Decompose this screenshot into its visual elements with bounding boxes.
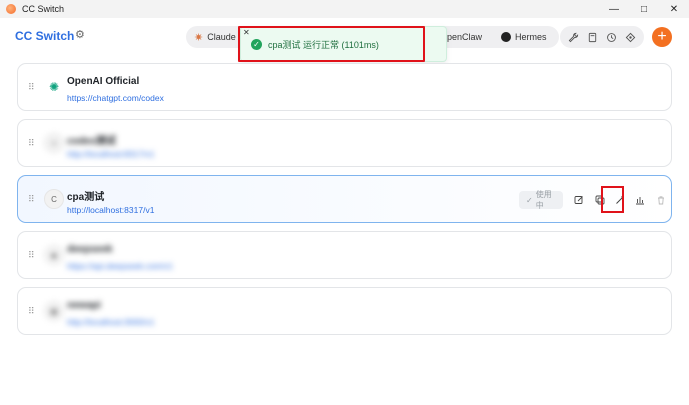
close-window-button[interactable]: ✕: [659, 0, 689, 18]
app-logo-icon: [6, 4, 16, 14]
usage-chart-icon[interactable]: [633, 192, 647, 208]
provider-url[interactable]: https://chatgpt.com/codex: [67, 93, 164, 103]
tab-hermes[interactable]: Hermes: [501, 26, 547, 48]
tab-claude-label: Claude: [207, 32, 236, 42]
provider-url[interactable]: http://localhost:8317/v1: [67, 149, 154, 159]
success-toast: ✕ ✓ cpa测试 运行正常 (1101ms): [240, 26, 447, 62]
drag-handle-icon[interactable]: ⠿: [28, 306, 35, 317]
provider-card[interactable]: ⠿ ✺ OpenAI Official https://chatgpt.com/…: [17, 63, 672, 111]
drag-handle-icon[interactable]: ⠿: [28, 138, 35, 149]
brand-title: CC Switch: [15, 29, 75, 43]
provider-name: OpenAI Official: [67, 76, 140, 87]
provider-name: deepseek: [67, 244, 113, 255]
provider-card[interactable]: ⠿ ▦ newapi http://localhost:3000/v1: [17, 287, 672, 335]
minimize-button[interactable]: —: [599, 0, 629, 18]
provider-url[interactable]: https://api.deepseek.com/v1: [67, 261, 173, 271]
book-icon[interactable]: [587, 31, 599, 43]
provider-card-active[interactable]: ⠿ C cpa测试 http://localhost:8317/v1 ✓ 使用中: [17, 175, 672, 223]
tab-claude[interactable]: ✷ Claude: [194, 26, 236, 48]
maximize-button[interactable]: □: [629, 0, 659, 18]
provider-url[interactable]: http://localhost:8317/v1: [67, 205, 154, 215]
provider-name: codex测试: [67, 136, 116, 147]
provider-card[interactable]: ⠿ ≡ codex测试 http://localhost:8317/v1: [17, 119, 672, 167]
history-icon[interactable]: [606, 31, 618, 43]
check-circle-icon: ✓: [251, 38, 262, 50]
drag-handle-icon[interactable]: ⠿: [28, 250, 35, 261]
test-connection-icon[interactable]: [613, 192, 627, 208]
radar-icon[interactable]: [625, 31, 637, 43]
provider-avatar-icon: C: [44, 189, 64, 209]
provider-avatar-icon: ▦: [44, 301, 64, 321]
toolbar-group: [560, 26, 644, 48]
toast-close-icon[interactable]: ✕: [243, 29, 250, 37]
drag-handle-icon[interactable]: ⠿: [28, 194, 35, 205]
provider-name: newapi: [67, 300, 101, 311]
provider-name: cpa测试: [67, 192, 105, 203]
in-use-label: 使用中: [535, 190, 552, 210]
in-use-check-icon: ✓: [526, 195, 533, 205]
provider-avatar-icon: ◆: [44, 245, 64, 265]
provider-avatar-icon: ≡: [44, 133, 64, 153]
claude-icon: ✷: [194, 31, 204, 44]
window-title: CC Switch: [22, 4, 65, 14]
tab-hermes-label: Hermes: [515, 32, 547, 42]
drag-handle-icon[interactable]: ⠿: [28, 82, 35, 93]
settings-gear-icon[interactable]: ⚙: [75, 29, 87, 41]
duplicate-icon[interactable]: [593, 192, 607, 208]
window-titlebar: CC Switch — □ ✕: [0, 0, 689, 18]
delete-icon[interactable]: [654, 192, 668, 208]
hermes-icon: [501, 32, 511, 42]
in-use-button[interactable]: ✓ 使用中: [519, 190, 564, 210]
toast-message: cpa测试 运行正常 (1101ms): [268, 39, 379, 50]
provider-card[interactable]: ⠿ ◆ deepseek https://api.deepseek.com/v1: [17, 231, 672, 279]
add-provider-button[interactable]: +: [652, 27, 672, 47]
window-controls: — □ ✕: [599, 0, 689, 18]
provider-url[interactable]: http://localhost:3000/v1: [67, 317, 154, 327]
wrench-icon[interactable]: [568, 31, 580, 43]
provider-actions: ✓ 使用中: [519, 190, 671, 210]
openai-logo-icon: ✺: [44, 77, 64, 97]
edit-icon[interactable]: [572, 192, 586, 208]
